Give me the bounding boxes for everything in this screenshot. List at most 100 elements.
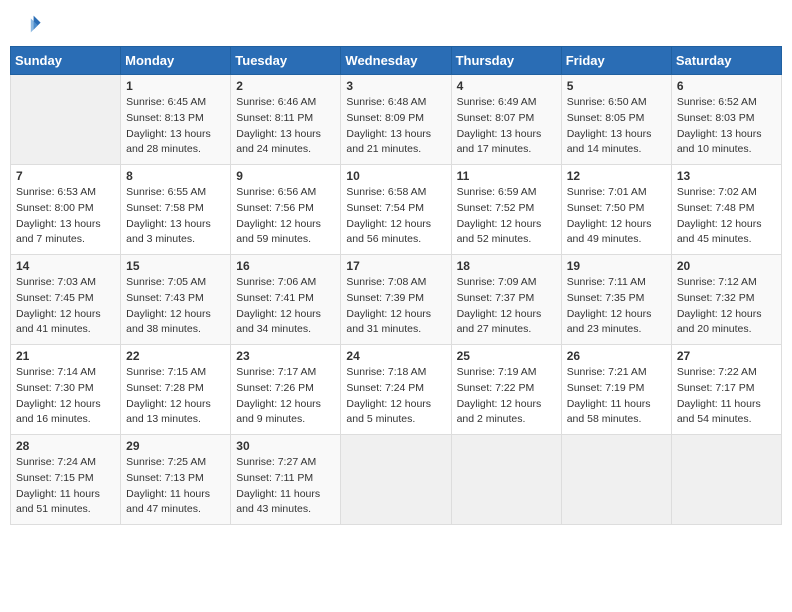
calendar-cell: 13Sunrise: 7:02 AMSunset: 7:48 PMDayligh…: [671, 165, 781, 255]
weekday-header: Monday: [121, 47, 231, 75]
calendar-cell: 15 Sunrise: 7:05 AMSunset: 7:43 PMDayligh…: [121, 255, 231, 345]
logo: [14, 10, 46, 38]
weekday-header: Friday: [561, 47, 671, 75]
day-number: 29: [126, 439, 225, 453]
day-number: 4: [457, 79, 556, 93]
day-info: Sunrise: 7:01 AMSunset: 7:50 PMDaylight:…: [567, 185, 666, 248]
calendar-cell: 24 Sunrise: 7:18 AMSunset: 7:24 PMDayligh…: [341, 345, 451, 435]
calendar-cell: 18 Sunrise: 7:09 AMSunset: 7:37 PMDayligh…: [451, 255, 561, 345]
calendar-cell: 10 Sunrise: 6:58 AMSunset: 7:54 PMDayligh…: [341, 165, 451, 255]
calendar-cell: 7Sunrise: 6:53 AMSunset: 8:00 PMDaylight…: [11, 165, 121, 255]
page-header: [10, 10, 782, 38]
day-number: 22: [126, 349, 225, 363]
day-info: Sunrise: 6:55 AMSunset: 7:58 PMDaylight:…: [126, 185, 225, 248]
day-number: 6: [677, 79, 776, 93]
day-number: 14: [16, 259, 115, 273]
calendar-cell: 12 Sunrise: 7:01 AMSunset: 7:50 PMDayligh…: [561, 165, 671, 255]
calendar-cell: 14 Sunrise: 7:03 AMSunset: 7:45 PMDayligh…: [11, 255, 121, 345]
day-info: Sunrise: 7:06 AMSunset: 7:41 PMDaylight:…: [236, 275, 335, 338]
calendar-cell: 25Sunrise: 7:19 AMSunset: 7:22 PMDayligh…: [451, 345, 561, 435]
day-info: Sunrise: 7:05 AMSunset: 7:43 PMDaylight:…: [126, 275, 225, 338]
day-info: Sunrise: 6:58 AMSunset: 7:54 PMDaylight:…: [346, 185, 445, 248]
calendar-week-row: 7Sunrise: 6:53 AMSunset: 8:00 PMDaylight…: [11, 165, 782, 255]
calendar-cell: [451, 435, 561, 525]
calendar-body: 1 Sunrise: 6:45 AMSunset: 8:13 PMDaylight…: [11, 75, 782, 525]
calendar-cell: 23 Sunrise: 7:17 AMSunset: 7:26 PMDayligh…: [231, 345, 341, 435]
day-info: Sunrise: 7:09 AMSunset: 7:37 PMDaylight:…: [457, 275, 556, 338]
weekday-header: Sunday: [11, 47, 121, 75]
calendar-cell: [11, 75, 121, 165]
day-number: 23: [236, 349, 335, 363]
calendar-cell: 29 Sunrise: 7:25 AMSunset: 7:13 PMDayligh…: [121, 435, 231, 525]
calendar-cell: 8 Sunrise: 6:55 AMSunset: 7:58 PMDaylight…: [121, 165, 231, 255]
calendar-header-row: SundayMondayTuesdayWednesdayThursdayFrid…: [11, 47, 782, 75]
day-number: 11: [457, 169, 556, 183]
calendar-cell: 30 Sunrise: 7:27 AMSunset: 7:11 PMDayligh…: [231, 435, 341, 525]
day-number: 25: [457, 349, 556, 363]
weekday-header: Wednesday: [341, 47, 451, 75]
calendar-cell: 5Sunrise: 6:50 AMSunset: 8:05 PMDaylight…: [561, 75, 671, 165]
day-number: 16: [236, 259, 335, 273]
day-number: 1: [126, 79, 225, 93]
calendar-cell: 1 Sunrise: 6:45 AMSunset: 8:13 PMDaylight…: [121, 75, 231, 165]
day-number: 17: [346, 259, 445, 273]
day-number: 20: [677, 259, 776, 273]
calendar-cell: 27 Sunrise: 7:22 AMSunset: 7:17 PMDayligh…: [671, 345, 781, 435]
day-number: 12: [567, 169, 666, 183]
day-number: 8: [126, 169, 225, 183]
day-number: 27: [677, 349, 776, 363]
day-info: Sunrise: 7:03 AMSunset: 7:45 PMDaylight:…: [16, 275, 115, 338]
calendar-cell: 3Sunrise: 6:48 AMSunset: 8:09 PMDaylight…: [341, 75, 451, 165]
day-info: Sunrise: 6:49 AMSunset: 8:07 PMDaylight:…: [457, 95, 556, 158]
day-number: 18: [457, 259, 556, 273]
weekday-header: Saturday: [671, 47, 781, 75]
calendar-cell: [561, 435, 671, 525]
day-info: Sunrise: 7:21 AMSunset: 7:19 PMDaylight:…: [567, 365, 666, 428]
calendar-cell: 9 Sunrise: 6:56 AMSunset: 7:56 PMDaylight…: [231, 165, 341, 255]
day-number: 24: [346, 349, 445, 363]
calendar-cell: 22 Sunrise: 7:15 AMSunset: 7:28 PMDayligh…: [121, 345, 231, 435]
day-number: 15: [126, 259, 225, 273]
calendar-cell: 11Sunrise: 6:59 AMSunset: 7:52 PMDayligh…: [451, 165, 561, 255]
day-info: Sunrise: 7:14 AMSunset: 7:30 PMDaylight:…: [16, 365, 115, 428]
day-number: 30: [236, 439, 335, 453]
day-info: Sunrise: 7:24 AMSunset: 7:15 PMDaylight:…: [16, 455, 115, 518]
calendar-cell: 28 Sunrise: 7:24 AMSunset: 7:15 PMDayligh…: [11, 435, 121, 525]
day-number: 9: [236, 169, 335, 183]
day-info: Sunrise: 7:17 AMSunset: 7:26 PMDaylight:…: [236, 365, 335, 428]
calendar-table: SundayMondayTuesdayWednesdayThursdayFrid…: [10, 46, 782, 525]
calendar-week-row: 1 Sunrise: 6:45 AMSunset: 8:13 PMDaylight…: [11, 75, 782, 165]
day-info: Sunrise: 6:52 AMSunset: 8:03 PMDaylight:…: [677, 95, 776, 158]
day-number: 5: [567, 79, 666, 93]
calendar-week-row: 21Sunrise: 7:14 AMSunset: 7:30 PMDayligh…: [11, 345, 782, 435]
day-number: 28: [16, 439, 115, 453]
logo-icon: [14, 10, 42, 38]
day-info: Sunrise: 7:22 AMSunset: 7:17 PMDaylight:…: [677, 365, 776, 428]
day-number: 10: [346, 169, 445, 183]
day-info: Sunrise: 6:48 AMSunset: 8:09 PMDaylight:…: [346, 95, 445, 158]
calendar-cell: [671, 435, 781, 525]
day-info: Sunrise: 6:45 AMSunset: 8:13 PMDaylight:…: [126, 95, 225, 158]
day-number: 19: [567, 259, 666, 273]
day-info: Sunrise: 7:15 AMSunset: 7:28 PMDaylight:…: [126, 365, 225, 428]
calendar-cell: 16 Sunrise: 7:06 AMSunset: 7:41 PMDayligh…: [231, 255, 341, 345]
calendar-cell: 6 Sunrise: 6:52 AMSunset: 8:03 PMDaylight…: [671, 75, 781, 165]
calendar-cell: 4 Sunrise: 6:49 AMSunset: 8:07 PMDaylight…: [451, 75, 561, 165]
day-info: Sunrise: 7:18 AMSunset: 7:24 PMDaylight:…: [346, 365, 445, 428]
day-number: 2: [236, 79, 335, 93]
day-info: Sunrise: 7:25 AMSunset: 7:13 PMDaylight:…: [126, 455, 225, 518]
calendar-cell: 21Sunrise: 7:14 AMSunset: 7:30 PMDayligh…: [11, 345, 121, 435]
day-number: 13: [677, 169, 776, 183]
day-number: 7: [16, 169, 115, 183]
calendar-week-row: 28 Sunrise: 7:24 AMSunset: 7:15 PMDayligh…: [11, 435, 782, 525]
calendar-cell: 2Sunrise: 6:46 AMSunset: 8:11 PMDaylight…: [231, 75, 341, 165]
day-info: Sunrise: 7:08 AMSunset: 7:39 PMDaylight:…: [346, 275, 445, 338]
calendar-cell: 17 Sunrise: 7:08 AMSunset: 7:39 PMDayligh…: [341, 255, 451, 345]
weekday-header: Thursday: [451, 47, 561, 75]
calendar-cell: 26Sunrise: 7:21 AMSunset: 7:19 PMDayligh…: [561, 345, 671, 435]
day-info: Sunrise: 6:56 AMSunset: 7:56 PMDaylight:…: [236, 185, 335, 248]
calendar-cell: 20 Sunrise: 7:12 AMSunset: 7:32 PMDayligh…: [671, 255, 781, 345]
calendar-cell: [341, 435, 451, 525]
day-info: Sunrise: 7:12 AMSunset: 7:32 PMDaylight:…: [677, 275, 776, 338]
day-info: Sunrise: 7:27 AMSunset: 7:11 PMDaylight:…: [236, 455, 335, 518]
